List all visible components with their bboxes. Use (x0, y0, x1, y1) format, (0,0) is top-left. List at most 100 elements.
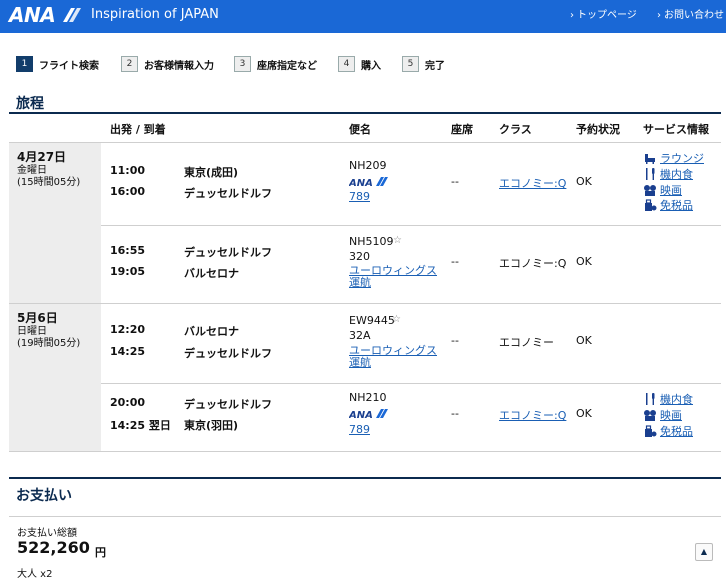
service-duty-free[interactable]: 免税品 (643, 197, 693, 213)
arr-time: 19:05 (110, 265, 146, 278)
day-weekday: 金曜日 (17, 165, 47, 176)
class-value: エコノミー:Q (499, 257, 567, 270)
aircraft-type: 320 (349, 250, 370, 263)
step-label: 完了 (425, 60, 445, 72)
passenger-count: 大人 x2 (17, 569, 53, 580)
service-movie[interactable]: 映画 (643, 407, 682, 423)
service-label: 映画 (660, 409, 682, 422)
service-meal[interactable]: 機内食 (643, 166, 693, 182)
step-number: 1 (16, 56, 33, 72)
itinerary-rule (9, 112, 721, 114)
service-label: ラウンジ (660, 152, 704, 165)
class-link[interactable]: エコノミー:Q (499, 175, 566, 191)
step-number: 3 (234, 56, 251, 72)
service-duty-free[interactable]: 免税品 (643, 423, 693, 439)
day-info: 4月27日 金曜日 (15時間05分) (17, 148, 80, 189)
seat-value: -- (451, 175, 459, 188)
row-divider (101, 225, 721, 226)
arr-city: 東京(羽田) (184, 419, 239, 432)
step-label: 購入 (361, 60, 381, 72)
class-value: エコノミー (499, 336, 554, 349)
service-label: 免税品 (660, 425, 693, 438)
duty-free-icon (645, 425, 657, 437)
header-seat: 座席 (451, 123, 473, 136)
arr-time: 16:00 (110, 185, 146, 198)
status-value: OK (576, 407, 592, 420)
day-duration: (15時間05分) (17, 177, 81, 188)
seat-value: -- (451, 255, 459, 268)
dep-time: 12:20 (110, 323, 146, 336)
step-label: 座席指定など (257, 60, 317, 72)
currency-unit: 円 (95, 546, 106, 559)
arr-city: デュッセルドルフ (184, 187, 272, 200)
step-number: 2 (121, 56, 138, 72)
logo-text: ANA (9, 3, 56, 27)
dep-city: 東京(成田) (184, 166, 239, 179)
aircraft-link[interactable]: 789 (349, 190, 370, 203)
tagline: Inspiration of JAPAN (91, 7, 219, 22)
seat-value: -- (451, 407, 459, 420)
service-label: 免税品 (660, 199, 693, 212)
header-status: 予約状況 (576, 123, 620, 136)
service-meal[interactable]: 機内食 (643, 391, 693, 407)
dep-time: 16:55 (110, 244, 146, 257)
header-service: サービス情報 (643, 123, 709, 136)
meal-icon (646, 393, 655, 405)
operator-link[interactable]: ユーロウィングス運航 (349, 265, 439, 289)
step-seat: 3 座席指定など (234, 56, 317, 72)
header-divider (9, 142, 721, 143)
flight-number: NH5109 (349, 235, 394, 248)
step-number: 4 (338, 56, 355, 72)
day-duration: (19時間05分) (17, 338, 81, 349)
contact-link[interactable]: お問い合わせ (657, 6, 724, 21)
lounge-icon (645, 154, 655, 164)
seat-value: -- (451, 334, 459, 347)
codeshare-star-icon: ☆ (393, 235, 402, 246)
dep-city: デュッセルドルフ (184, 246, 272, 259)
step-purchase: 4 購入 (338, 56, 381, 72)
day-date: 4月27日 (17, 150, 67, 164)
movie-icon (644, 185, 656, 196)
service-label: 映画 (660, 184, 682, 197)
header-route: 出発 / 到着 (110, 123, 166, 136)
day-divider (9, 303, 721, 304)
aircraft-link[interactable]: 789 (349, 423, 370, 436)
total-label: お支払い総額 (17, 528, 77, 539)
class-link[interactable]: エコノミー:Q (499, 407, 566, 423)
arr-city: デュッセルドルフ (184, 347, 272, 360)
status-value: OK (576, 334, 592, 347)
dep-city: バルセロナ (184, 325, 239, 338)
scroll-top-button[interactable]: ▲ (695, 543, 713, 561)
movie-icon (644, 410, 656, 421)
step-complete: 5 完了 (402, 56, 445, 72)
operator-link[interactable]: ユーロウィングス運航 (349, 345, 439, 369)
day-info: 5月6日 日曜日 (19時間05分) (17, 309, 80, 350)
service-lounge[interactable]: ラウンジ (643, 150, 704, 166)
service-label: 機内食 (660, 393, 693, 406)
payment-divider (9, 516, 721, 517)
flight-number: EW9445 (349, 314, 395, 327)
dep-city: デュッセルドルフ (184, 398, 272, 411)
step-label: お客様情報入力 (144, 60, 214, 72)
top-page-link[interactable]: トップページ (570, 6, 637, 21)
arr-time: 14:25 翌日 (110, 419, 171, 432)
step-number: 5 (402, 56, 419, 72)
step-label: フライト検索 (39, 60, 99, 72)
payment-rule (9, 477, 721, 479)
ana-logo[interactable]: ANA (9, 3, 83, 27)
header-flight: 便名 (349, 123, 371, 136)
payment-title: お支払い (16, 488, 72, 504)
row-divider (101, 383, 721, 384)
table-bottom-divider (9, 451, 721, 452)
flight-number: NH209 (349, 159, 387, 172)
itinerary-title: 旅程 (16, 96, 44, 112)
aircraft-type: 32A (349, 329, 371, 342)
service-movie[interactable]: 映画 (643, 182, 682, 198)
status-value: OK (576, 255, 592, 268)
day-weekday: 日曜日 (17, 326, 47, 337)
header-class: クラス (499, 123, 532, 136)
dep-time: 11:00 (110, 164, 146, 177)
codeshare-star-icon: ☆ (392, 314, 401, 325)
svg-text:ANA: ANA (349, 410, 373, 419)
svg-text:ANA: ANA (349, 178, 373, 187)
